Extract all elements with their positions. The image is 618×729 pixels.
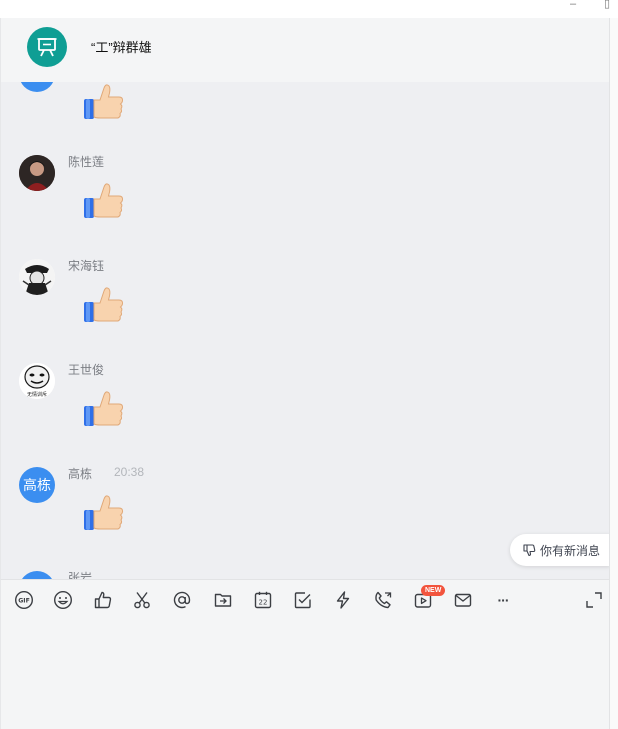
thumbs-up-sticker [84,84,124,119]
avatar[interactable] [19,155,55,191]
expand-input-button[interactable] [583,589,605,611]
sender-name: 宋海钰 [68,259,105,273]
meme-caption: 无情训斥 [27,391,47,398]
input-toolbar: GIF 22 NEW ··· [0,579,610,619]
sender-name: 张岩 [68,571,93,579]
like-button[interactable] [92,589,114,611]
group-title[interactable]: “工”辩群雄 [91,37,152,56]
sender-name: 陈性莲 [68,155,105,169]
screenshot-button[interactable] [131,589,153,611]
sender-name: 王世俊 [68,363,105,377]
avatar[interactable]: 无情训斥 [19,363,55,399]
thumbs-up-icon [94,591,112,609]
expand-icon [586,592,602,608]
lightning-icon [336,591,350,609]
meme-face-icon: 无情训斥 [19,363,55,399]
maximize-button[interactable]: ▯ [604,0,610,10]
avatar[interactable] [19,259,55,295]
mail-icon [454,593,472,607]
gif-label: GIF [18,597,30,604]
emoji-button[interactable] [52,589,74,611]
voice-call-button[interactable] [372,589,394,611]
thumbs-up-sticker [84,391,124,426]
thumbs-up-sticker [84,183,124,218]
chat-window: – ▯ “工”辩群雄 陈性莲 宋海钰 无情训斥 王世俊 高栋 高栋 20:38 … [0,0,618,729]
thumbs-down-icon [523,544,536,557]
gif-button[interactable]: GIF [13,589,35,611]
thumbs-up-sticker [84,287,124,322]
message-list[interactable]: 陈性莲 宋海钰 无情训斥 王世俊 高栋 高栋 20:38 张岩 [0,82,609,579]
message-time: 20:38 [114,465,145,479]
folder-send-icon [214,593,232,607]
thumbs-up-sticker [84,495,124,530]
mail-button[interactable] [452,589,474,611]
calendar-button[interactable]: 22 [252,589,274,611]
avatar[interactable] [19,571,55,579]
more-button[interactable]: ··· [492,589,514,611]
task-button[interactable] [292,589,314,611]
mention-button[interactable] [171,589,193,611]
scissors-icon [134,592,150,609]
avatar[interactable] [19,82,55,92]
new-message-button[interactable]: 你有新消息 [510,534,610,566]
sender-name: 高栋 [68,467,93,481]
user-photo-icon [19,155,55,191]
quick-action-button[interactable] [332,589,354,611]
window-edge [609,18,618,729]
minimize-button[interactable]: – [570,0,576,10]
avatar-initials: 高栋 [23,477,51,493]
emoji-icon [53,590,73,610]
send-file-button[interactable] [212,589,234,611]
gif-icon: GIF [14,590,34,610]
window-titlebar: – ▯ [0,0,618,18]
avatar[interactable]: 高栋 [19,467,55,503]
calendar-icon: 22 [254,591,272,609]
at-icon [173,591,191,609]
group-avatar[interactable] [27,27,67,67]
chat-header: “工”辩群雄 [0,18,610,82]
presentation-board-icon [37,38,57,57]
voice-call-icon [375,591,392,609]
more-icon: ··· [497,592,510,608]
new-message-label: 你有新消息 [540,543,601,558]
user-photo-icon [19,259,55,295]
calendar-day: 22 [259,599,268,607]
checkbox-icon [294,592,311,609]
new-badge: NEW [421,585,446,596]
message-input[interactable] [0,619,610,729]
